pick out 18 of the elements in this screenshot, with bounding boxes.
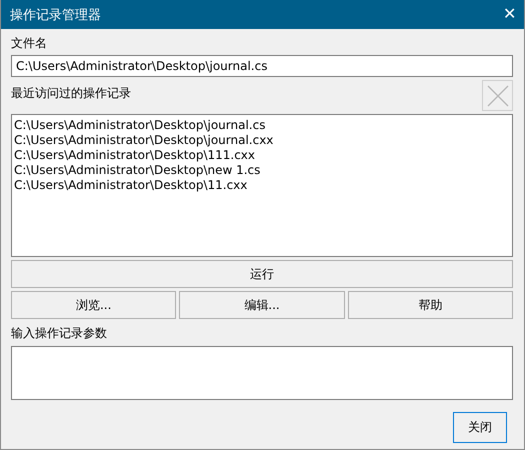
action-button[interactable]: 编辑... bbox=[179, 291, 345, 319]
recent-item[interactable]: C:\Users\Administrator\Desktop\111.cxx bbox=[13, 148, 256, 163]
recent-item[interactable]: C:\Users\Administrator\Desktop\new 1.cs bbox=[13, 163, 262, 178]
params-label: 输入操作记录参数 bbox=[11, 325, 107, 341]
close-button[interactable]: ✕ bbox=[503, 6, 516, 22]
file-name-label: 文件名 bbox=[11, 35, 47, 51]
run-button[interactable]: 运行 bbox=[11, 260, 513, 288]
action-button[interactable]: 帮助 bbox=[348, 291, 513, 319]
recent-item[interactable]: C:\Users\Administrator\Desktop\journal.cs bbox=[13, 118, 266, 133]
file-name-field[interactable]: C:\Users\Administrator\Desktop\journal.cs bbox=[11, 55, 513, 77]
recent-label: 最近访问过的操作记录 bbox=[11, 85, 131, 101]
recent-item[interactable]: C:\Users\Administrator\Desktop\11.cxx bbox=[13, 178, 248, 193]
params-field[interactable] bbox=[11, 346, 513, 400]
close-dialog-button[interactable]: 关闭 bbox=[453, 412, 507, 443]
recent-item[interactable]: C:\Users\Administrator\Desktop\journal.cxx bbox=[13, 133, 274, 148]
window-title: 操作记录管理器 bbox=[10, 6, 101, 24]
close-icon bbox=[486, 84, 510, 108]
action-button[interactable]: 浏览... bbox=[11, 291, 176, 319]
